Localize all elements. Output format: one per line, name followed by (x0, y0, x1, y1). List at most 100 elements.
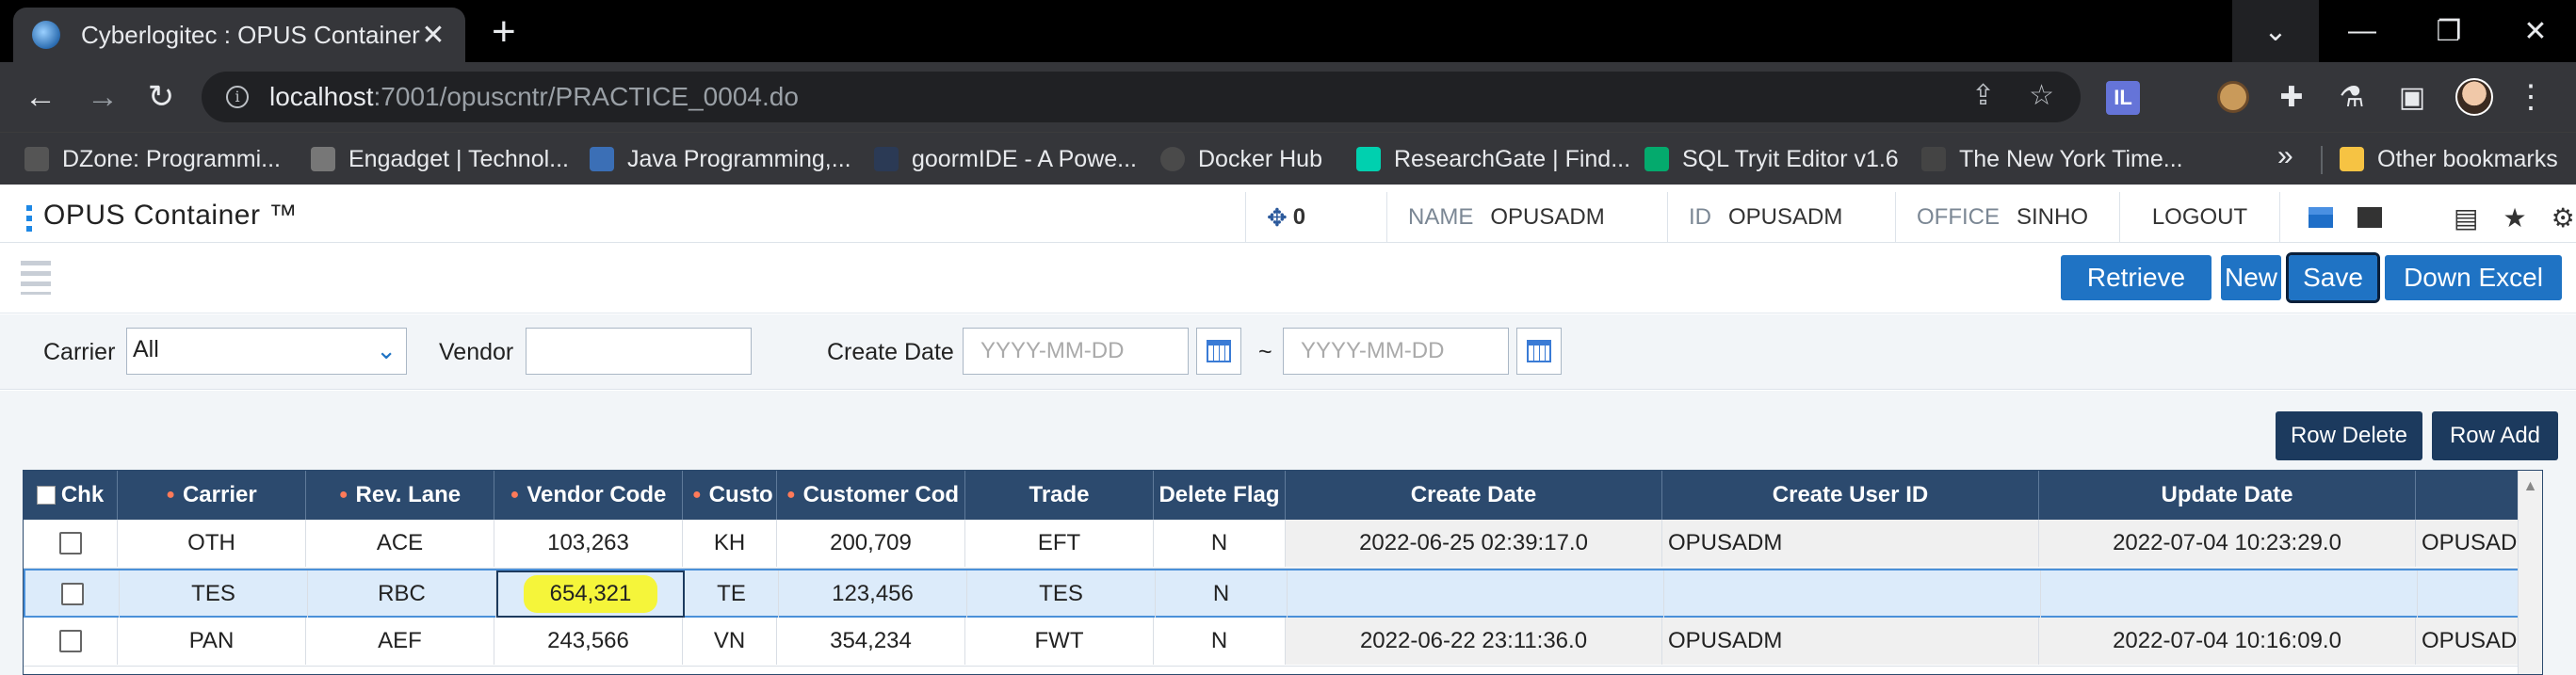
back-arrow-icon[interactable]: ← (19, 75, 62, 119)
cell-rev-lane[interactable]: AEF (306, 618, 494, 665)
header-customer-country[interactable]: ● Custo (683, 471, 777, 520)
row-add-button[interactable]: Row Add (2432, 411, 2558, 460)
create-date-label: Create Date (827, 339, 954, 365)
row-checkbox[interactable] (58, 630, 82, 652)
extensions-puzzle-icon[interactable]: ✚ (2272, 77, 2311, 117)
bookmark-dockerhub[interactable]: Docker Hub (1160, 133, 1322, 185)
cell-delete-flag[interactable]: N (1156, 571, 1288, 618)
cell-rev-lane[interactable]: RBC (308, 571, 496, 618)
header-delete-flag[interactable]: Delete Flag (1154, 471, 1286, 520)
row-checkbox-cell[interactable] (24, 520, 118, 567)
cell-vendor-code[interactable]: 243,566 (494, 618, 683, 665)
cell-customer-country[interactable]: VN (683, 618, 777, 665)
table-row-selected[interactable]: TES RBC 654,321 TE 123,456 TES N (24, 569, 2521, 618)
extension-il-icon[interactable]: IL (2106, 81, 2140, 115)
document-icon[interactable]: ▤ (2454, 202, 2478, 233)
share-icon[interactable]: ⇪ (1971, 79, 1995, 112)
reload-icon[interactable]: ↻ (139, 75, 183, 119)
menu-hamburger-icon[interactable] (21, 261, 51, 295)
save-button[interactable]: Save (2286, 252, 2380, 303)
cell-rev-lane[interactable]: ACE (306, 520, 494, 567)
header-chk[interactable]: Chk (24, 471, 118, 520)
row-checkbox-cell[interactable] (24, 618, 118, 665)
bookmark-nytimes[interactable]: The New York Time... (1921, 133, 2183, 185)
cell-delete-flag[interactable]: N (1154, 520, 1286, 567)
table-row[interactable]: OTH ACE 103,263 KH 200,709 EFT N 2022-06… (24, 520, 2519, 569)
cell-create-user-id (1664, 571, 2041, 618)
calendar-to-button[interactable] (1516, 328, 1562, 375)
browser-menu-icon[interactable]: ⋮ (2511, 77, 2551, 117)
header-customer-code[interactable]: ● Customer Cod (777, 471, 965, 520)
cell-customer-country[interactable]: KH (683, 520, 777, 567)
minimize-icon[interactable]: — (2319, 0, 2406, 62)
layout-full-icon[interactable] (2357, 207, 2382, 228)
url-omnibox[interactable]: i localhost:7001/opuscntr/PRACTICE_0004.… (202, 72, 2081, 122)
down-excel-button[interactable]: Down Excel (2385, 255, 2562, 300)
site-info-icon[interactable]: i (226, 86, 249, 108)
cell-delete-flag[interactable]: N (1154, 618, 1286, 665)
window-close-icon[interactable]: ✕ (2492, 0, 2576, 62)
forward-arrow-icon[interactable]: → (81, 75, 124, 119)
favorite-star-icon[interactable]: ★ (2503, 202, 2526, 233)
header-trade[interactable]: Trade (965, 471, 1154, 520)
bookmark-java[interactable]: Java Programming,... (590, 133, 851, 185)
cell-customer-code[interactable]: 354,234 (777, 618, 965, 665)
more-bookmarks-chevron-icon[interactable]: » (2277, 140, 2293, 172)
layout-split-icon[interactable] (2309, 207, 2333, 228)
cell-trade[interactable]: FWT (965, 618, 1154, 665)
restore-icon[interactable]: ❐ (2406, 0, 2492, 62)
create-date-from-input[interactable]: YYYY-MM-DD (963, 328, 1189, 375)
extension-cookie-icon[interactable] (2213, 77, 2253, 117)
grid-vertical-scrollbar[interactable]: ▲ (2518, 471, 2542, 674)
header-create-user-id[interactable]: Create User ID (1662, 471, 2039, 520)
row-delete-button[interactable]: Row Delete (2276, 411, 2422, 460)
close-tab-icon[interactable]: ✕ (420, 19, 446, 52)
bookmark-dzone[interactable]: DZone: Programmi... (24, 133, 281, 185)
cell-carrier[interactable]: TES (120, 571, 308, 618)
cell-customer-country[interactable]: TE (685, 571, 779, 618)
side-panel-icon[interactable]: ▣ (2392, 77, 2432, 117)
cell-carrier[interactable]: OTH (118, 520, 306, 567)
cell-customer-code[interactable]: 123,456 (779, 571, 967, 618)
header-update-user[interactable] (2416, 471, 2519, 520)
create-date-to-input[interactable]: YYYY-MM-DD (1283, 328, 1509, 375)
bookmark-star-icon[interactable]: ☆ (2029, 79, 2054, 112)
row-checkbox[interactable] (60, 583, 84, 605)
app-logo[interactable]: OPUS Container ™ (43, 200, 298, 232)
bookmark-researchgate[interactable]: ResearchGate | Find... (1356, 133, 1630, 185)
calendar-from-button[interactable] (1196, 328, 1241, 375)
alarm-counter[interactable]: ✥ 0 (1245, 192, 1386, 243)
header-create-date[interactable]: Create Date (1286, 471, 1662, 520)
cell-trade[interactable]: TES (967, 571, 1156, 618)
row-checkbox[interactable] (58, 532, 82, 554)
retrieve-button[interactable]: Retrieve (2061, 255, 2211, 300)
bookmark-engadget[interactable]: Engadget | Technol... (311, 133, 569, 185)
settings-gear-icon[interactable]: ⚙ (2552, 202, 2575, 233)
header-vendor-code[interactable]: ● Vendor Code (494, 471, 683, 520)
labs-flask-icon[interactable]: ⚗ (2332, 77, 2372, 117)
vendor-input[interactable] (526, 328, 752, 375)
carrier-select[interactable]: All ⌄ (126, 328, 407, 375)
new-button[interactable]: New (2221, 255, 2281, 300)
profile-avatar[interactable] (2454, 77, 2494, 117)
header-carrier[interactable]: ● Carrier (118, 471, 306, 520)
new-tab-icon[interactable]: + (492, 11, 516, 53)
url-text[interactable]: localhost:7001/opuscntr/PRACTICE_0004.do (269, 82, 799, 112)
browser-tab[interactable]: Cyberlogitec : OPUS Container ✕ (13, 8, 465, 62)
logout-link[interactable]: LOGOUT (2119, 192, 2279, 243)
tab-search-chevron-icon[interactable]: ⌄ (2232, 0, 2319, 62)
table-row[interactable]: PAN AEF 243,566 VN 354,234 FWT N 2022-06… (24, 618, 2519, 667)
select-all-checkbox[interactable] (36, 486, 56, 505)
cell-carrier[interactable]: PAN (118, 618, 306, 665)
bookmark-goormide[interactable]: goormIDE - A Powe... (874, 133, 1137, 185)
cell-customer-code[interactable]: 200,709 (777, 520, 965, 567)
cell-vendor-code-active[interactable]: 654,321 (496, 571, 685, 618)
bookmark-other[interactable]: Other bookmarks (2340, 133, 2558, 185)
scroll-up-arrow-icon[interactable]: ▲ (2519, 478, 2542, 495)
header-rev-lane[interactable]: ● Rev. Lane (306, 471, 494, 520)
bookmark-sqltryit[interactable]: SQL Tryit Editor v1.6 (1644, 133, 1899, 185)
header-update-date[interactable]: Update Date (2039, 471, 2416, 520)
row-checkbox-cell[interactable] (25, 571, 120, 618)
cell-vendor-code[interactable]: 103,263 (494, 520, 683, 567)
cell-trade[interactable]: EFT (965, 520, 1154, 567)
